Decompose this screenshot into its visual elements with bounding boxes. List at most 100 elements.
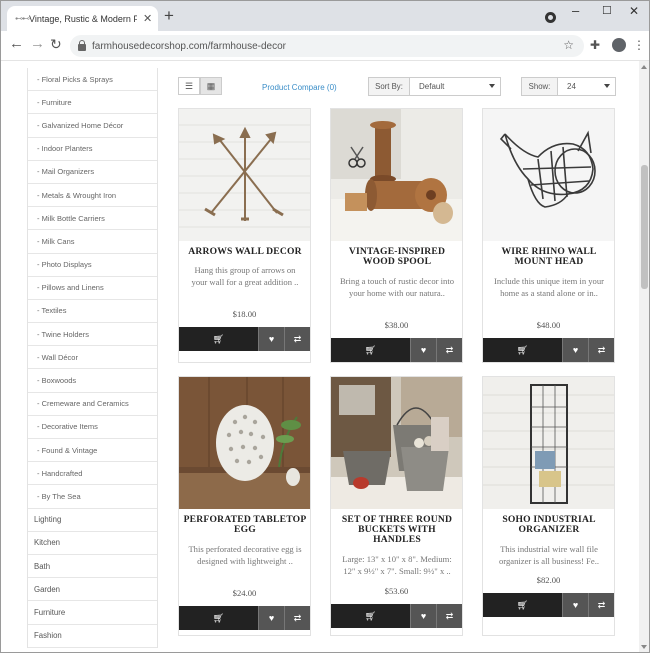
wishlist-heart-icon[interactable]: ♥ xyxy=(410,338,436,362)
back-icon[interactable]: ← xyxy=(9,36,24,52)
browser-toolbar: ← → ↻ farmhousedecorshop.com/farmhouse-d… xyxy=(1,31,649,61)
page-content: - Floral Picks & Sprays - Furniture - Galv… xyxy=(1,61,649,652)
compare-arrows-icon[interactable]: ⇄ xyxy=(588,338,614,362)
lock-icon xyxy=(78,40,86,51)
show-select[interactable]: 24 xyxy=(558,77,616,96)
sidebar-category-item[interactable]: Fashion xyxy=(28,625,157,648)
product-price: $38.00 xyxy=(384,320,409,330)
scrollbar-thumb[interactable] xyxy=(641,165,648,289)
product-image[interactable] xyxy=(483,109,614,241)
grid-view-icon[interactable]: ▦ xyxy=(200,77,222,95)
sidebar-subcategory-item[interactable]: - Milk Bottle Carriers xyxy=(28,207,157,231)
compare-arrows-icon[interactable]: ⇄ xyxy=(284,606,310,630)
media-record-icon[interactable] xyxy=(545,12,556,23)
menu-kebab-icon[interactable]: ⋮ xyxy=(633,38,645,52)
product-actions: 🛒︎ ♥ ⇄ xyxy=(483,593,614,617)
sidebar-subcategory-item[interactable]: - Mail Organizers xyxy=(28,161,157,184)
product-name[interactable]: Wire Rhino Wall Mount Head xyxy=(487,247,611,267)
sidebar-subcategory-item[interactable]: - Milk Cans xyxy=(28,230,157,254)
compare-arrows-icon[interactable]: ⇄ xyxy=(436,604,462,628)
compare-arrows-icon[interactable]: ⇄ xyxy=(436,338,462,362)
compare-arrows-icon[interactable]: ⇄ xyxy=(588,593,614,617)
sidebar-category-item[interactable]: Garden xyxy=(28,578,157,602)
product-price: $53.60 xyxy=(384,586,409,596)
close-window-icon[interactable]: ✕ xyxy=(629,4,639,18)
show-select-value: 24 xyxy=(567,82,576,91)
sort-select[interactable]: Default xyxy=(410,77,501,96)
sidebar-subcategory-item[interactable]: - Boxwoods xyxy=(28,369,157,393)
address-bar[interactable]: farmhousedecorshop.com/farmhouse-decor ☆ xyxy=(70,35,584,57)
site-favicon-icon: ⊷⊷ xyxy=(15,14,30,23)
add-to-cart-icon[interactable]: 🛒︎ xyxy=(483,593,562,617)
product-card: Wire Rhino Wall Mount Head Include this … xyxy=(482,108,615,363)
sort-by-label: Sort By: xyxy=(368,77,410,96)
profile-avatar-icon[interactable] xyxy=(612,38,626,52)
sidebar-subcategory-item[interactable]: - Handcrafted xyxy=(28,462,157,486)
product-name[interactable]: Soho Industrial Organizer xyxy=(487,515,611,535)
sidebar-subcategory-item[interactable]: - Galvanized Home Décor xyxy=(28,114,157,138)
maximize-icon[interactable]: ☐ xyxy=(602,4,612,17)
product-name[interactable]: Perforated Tabletop Egg xyxy=(183,515,307,535)
sidebar-subcategory-item[interactable]: - Floral Picks & Sprays xyxy=(28,68,157,92)
reload-icon[interactable]: ↻ xyxy=(50,36,62,52)
bookmark-star-icon[interactable]: ☆ xyxy=(563,38,574,52)
add-to-cart-icon[interactable]: 🛒︎ xyxy=(179,606,258,630)
product-image[interactable] xyxy=(483,377,614,509)
product-compare-link[interactable]: Product Compare (0) xyxy=(262,83,337,92)
product-name[interactable]: Vintage-Inspired Wood Spool xyxy=(335,247,459,267)
new-tab-icon[interactable]: + xyxy=(164,7,174,25)
view-toggle: ☰ ▦ xyxy=(178,77,222,95)
product-image[interactable] xyxy=(179,377,310,509)
sidebar-subcategory-item[interactable]: - Textiles xyxy=(28,300,157,324)
show-label: Show: xyxy=(521,77,558,96)
sidebar-subcategory-item[interactable]: - Decorative Items xyxy=(28,416,157,439)
sidebar-subcategory-item[interactable]: - Photo Displays xyxy=(28,254,157,277)
sidebar-subcategory-item[interactable]: - By The Sea xyxy=(28,485,157,509)
product-image[interactable] xyxy=(331,377,462,509)
wishlist-heart-icon[interactable]: ♥ xyxy=(258,327,284,351)
sidebar-subcategory-item[interactable]: - Furniture xyxy=(28,91,157,115)
wishlist-heart-icon[interactable]: ♥ xyxy=(410,604,436,628)
scroll-up-icon[interactable] xyxy=(641,65,647,69)
product-name[interactable]: Set of Three Round Buckets with Handles xyxy=(335,515,459,545)
tab-title: Vintage, Rustic & Modern Farmhouse xyxy=(29,13,137,24)
add-to-cart-icon[interactable]: 🛒︎ xyxy=(331,338,410,362)
product-image[interactable] xyxy=(331,109,462,241)
product-price: $18.00 xyxy=(232,309,257,319)
sidebar-subcategory-item[interactable]: - Found & Vintage xyxy=(28,439,157,463)
extensions-puzzle-icon[interactable]: ✚ xyxy=(590,38,600,52)
browser-tab[interactable]: ⊷⊷ Vintage, Rustic & Modern Farmhouse ✕ xyxy=(7,6,158,31)
sidebar-subcategory-item[interactable]: - Metals & Wrought Iron xyxy=(28,184,157,208)
sidebar-subcategory-item[interactable]: - Wall Décor xyxy=(28,346,157,370)
add-to-cart-icon[interactable]: 🛒︎ xyxy=(483,338,562,362)
close-tab-icon[interactable]: ✕ xyxy=(143,12,152,25)
product-actions: 🛒︎ ♥ ⇄ xyxy=(179,606,310,630)
forward-icon[interactable]: → xyxy=(30,36,45,52)
sidebar-subcategory-item[interactable]: - Cremeware and Ceramics xyxy=(28,393,157,416)
compare-arrows-icon[interactable]: ⇄ xyxy=(284,327,310,351)
sidebar-category-item[interactable]: Lighting xyxy=(28,509,157,532)
minimize-icon[interactable]: – xyxy=(572,3,579,18)
sidebar-category-item[interactable]: Kitchen xyxy=(28,532,157,555)
add-to-cart-icon[interactable]: 🛒︎ xyxy=(179,327,258,351)
sort-select-value: Default xyxy=(419,82,445,91)
url-text: farmhousedecorshop.com/farmhouse-decor xyxy=(92,40,286,52)
sidebar-subcategory-item[interactable]: - Pillows and Linens xyxy=(28,277,157,300)
add-to-cart-icon[interactable]: 🛒︎ xyxy=(331,604,410,628)
wishlist-heart-icon[interactable]: ♥ xyxy=(562,338,588,362)
scrollbar-track[interactable] xyxy=(639,61,649,652)
product-name[interactable]: Arrows Wall Decor xyxy=(183,247,307,257)
product-card: Soho Industrial Organizer This industria… xyxy=(482,376,615,636)
product-description: This industrial wire wall file organizer… xyxy=(498,544,600,566)
scroll-down-icon[interactable] xyxy=(641,645,647,649)
sidebar-category-item[interactable]: Bath xyxy=(28,555,157,579)
list-view-icon[interactable]: ☰ xyxy=(178,77,200,95)
sidebar-subcategory-item[interactable]: - Twine Holders xyxy=(28,323,157,347)
wishlist-heart-icon[interactable]: ♥ xyxy=(562,593,588,617)
product-card: Perforated Tabletop Egg This perforated … xyxy=(178,376,311,636)
sidebar-subcategory-item[interactable]: - Indoor Planters xyxy=(28,138,157,161)
sidebar-category-item[interactable]: Furniture xyxy=(28,601,157,625)
product-image[interactable] xyxy=(179,109,310,241)
category-sidebar: - Floral Picks & Sprays - Furniture - Galv… xyxy=(27,68,158,648)
wishlist-heart-icon[interactable]: ♥ xyxy=(258,606,284,630)
